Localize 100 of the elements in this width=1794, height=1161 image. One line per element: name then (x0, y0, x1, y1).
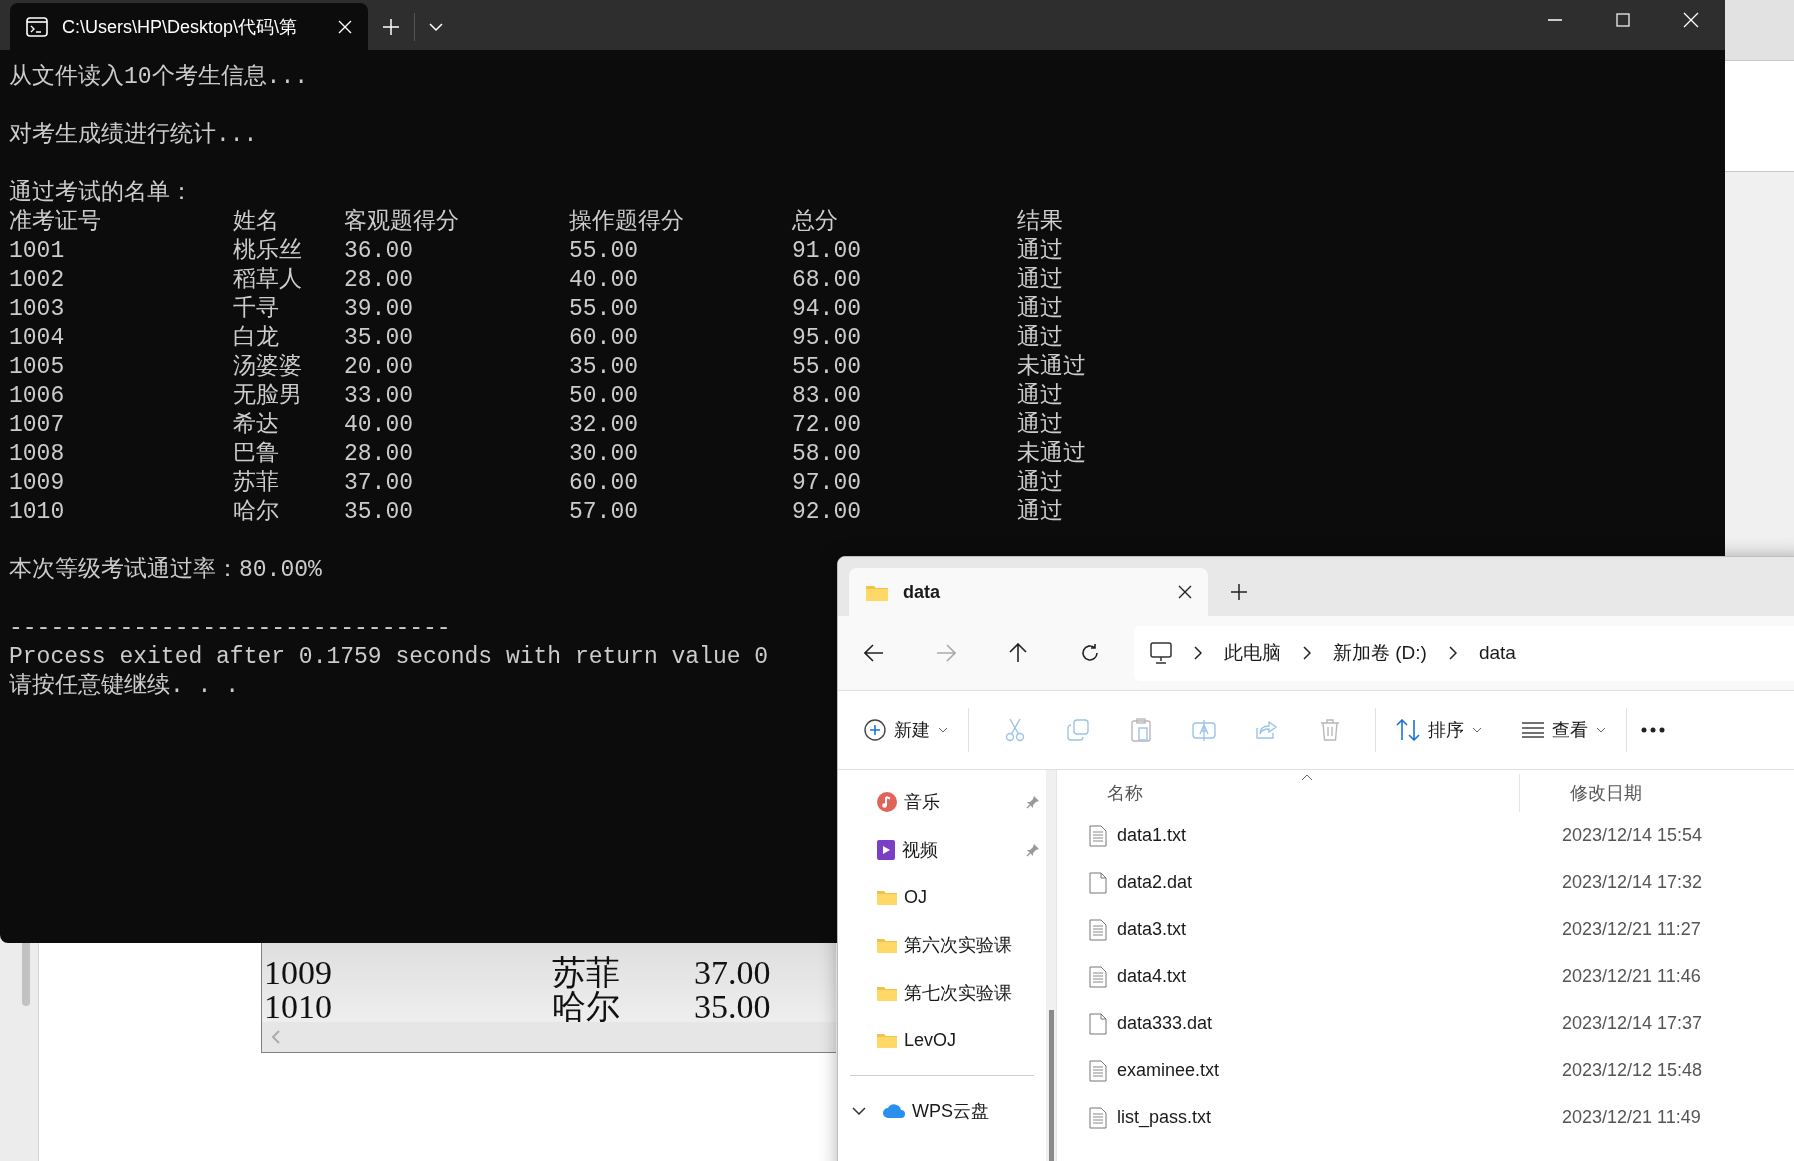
table-cell-text: 1001 (9, 237, 66, 266)
text-file-icon (1089, 918, 1107, 941)
breadcrumb-item[interactable]: 此电脑 (1224, 640, 1281, 666)
scrollbar-thumb[interactable] (1049, 1010, 1054, 1161)
file-date: 2023/12/12 15:48 (1562, 1060, 1704, 1081)
column-header[interactable]: 名称 (1107, 781, 1570, 805)
view-button[interactable]: 查看 (1516, 708, 1612, 752)
table-cell-text: 68.00 (792, 266, 862, 295)
table-cell-text: 35.00 (344, 498, 414, 527)
maximize-icon[interactable] (1616, 13, 1630, 27)
sidebar-item[interactable]: 音乐 (838, 778, 1046, 826)
cloud-icon (882, 1102, 906, 1119)
console-line: 从文件读入10个考生信息... (9, 63, 308, 92)
chevron-down-icon (1596, 727, 1606, 733)
column-header[interactable]: 修改日期 (1570, 781, 1794, 805)
table-cell-text: 通过 (1017, 498, 1064, 527)
sort-icon (1396, 719, 1420, 741)
more-icon[interactable] (1641, 727, 1665, 733)
table-cell-text: 30.00 (569, 440, 639, 469)
table-cell-text: 通过 (1017, 266, 1064, 295)
table-cell-text: 20.00 (344, 353, 414, 382)
breadcrumb-item[interactable]: 新加卷 (D:) (1333, 640, 1427, 666)
column-header: 客观题得分 (344, 208, 460, 237)
terminal-tab[interactable]: C:\Users\HP\Desktop\代码\第 (10, 3, 368, 50)
sidebar-item[interactable]: WPS云盘 (838, 1087, 1046, 1135)
table-cell-text: 55.00 (569, 295, 639, 324)
table-cell-text: 58.00 (792, 440, 862, 469)
close-icon[interactable] (1178, 585, 1192, 599)
column-header: 总分 (792, 208, 839, 237)
table-cell-text: 1004 (9, 324, 66, 353)
sidebar-item[interactable]: 第六次实验课 (838, 921, 1046, 969)
table-cell-text: 无脸男 (233, 382, 303, 411)
table-cell-text: 汤婆婆 (233, 353, 303, 382)
text-file-icon (1089, 824, 1107, 847)
table-cell-text: 1002 (9, 266, 66, 295)
file-row[interactable]: data4.txt 2023/12/21 11:46 (1057, 953, 1794, 1000)
table-cell-text: 1007 (9, 411, 66, 440)
refresh-icon[interactable] (1080, 643, 1100, 663)
folder-icon (876, 888, 898, 907)
terminal-icon (26, 16, 48, 37)
table-cell-text: 39.00 (344, 295, 414, 324)
text-file-icon (1089, 1106, 1107, 1129)
table-cell-text: 稻草人 (233, 266, 303, 295)
table-cell-text: 35.00 (344, 324, 414, 353)
console-line: 对考生成绩进行统计... (9, 121, 258, 150)
table-cell-text: 苏菲 (552, 953, 621, 991)
table-cell-text: 55.00 (569, 237, 639, 266)
sidebar-item[interactable]: 视频 (838, 825, 1046, 874)
sidebar-item[interactable]: OJ (838, 873, 1046, 922)
music-icon (876, 790, 898, 813)
add-tab-icon[interactable] (1230, 583, 1248, 601)
file-row[interactable]: list_pass.txt 2023/12/21 11:49 (1057, 1094, 1794, 1141)
table-cell-text: 50.00 (569, 382, 639, 411)
file-row[interactable]: data3.txt 2023/12/21 11:27 (1057, 906, 1794, 953)
new-button[interactable]: 新建 (858, 708, 954, 752)
table-cell-text: 通过 (1017, 382, 1064, 411)
file-row[interactable]: data2.dat 2023/12/14 17:32 (1057, 859, 1794, 906)
scrollbar-thumb[interactable] (22, 940, 30, 1006)
table-cell-text: 28.00 (344, 440, 414, 469)
file-name: list_pass.txt (1117, 1107, 1213, 1128)
window-title-bar (1725, 0, 1794, 61)
text-file-icon (1089, 965, 1107, 988)
file-name: data3.txt (1117, 919, 1188, 940)
console-line: 请按任意键继续. . . (9, 672, 239, 701)
table-cell-text: 通过 (1017, 237, 1064, 266)
sidebar-item[interactable]: LevOJ (838, 1016, 1046, 1065)
column-header: 操作题得分 (569, 208, 685, 237)
table-cell-text: 28.00 (344, 266, 414, 295)
file-date: 2023/12/21 11:49 (1562, 1107, 1702, 1128)
chevron-right-icon (1194, 646, 1202, 660)
chevron-down-icon[interactable] (852, 1106, 866, 1115)
column-header: 姓名 (233, 208, 280, 237)
table-cell-text: 35.00 (569, 353, 639, 382)
column-header: 准考证号 (9, 208, 102, 237)
table-cell-text: 哈尔 (233, 498, 280, 527)
up-icon[interactable] (1009, 643, 1027, 663)
file-row[interactable]: data333.dat 2023/12/14 17:37 (1057, 1000, 1794, 1047)
console-line: 本次等级考试通过率：80.00% (9, 556, 322, 585)
sidebar-item[interactable]: 第七次实验课 (838, 968, 1046, 1017)
file-row[interactable]: examinee.txt 2023/12/12 15:48 (1057, 1047, 1794, 1094)
file-row[interactable]: data1.txt 2023/12/14 15:54 (1057, 812, 1794, 859)
file-name: data4.txt (1117, 966, 1188, 987)
breadcrumb-item[interactable]: data (1478, 642, 1516, 664)
back-icon[interactable] (864, 644, 884, 662)
address-bar[interactable]: 此电脑 新加卷 (D:) data (1134, 625, 1794, 681)
sort-up-icon (1301, 774, 1313, 781)
list-view-icon (1522, 722, 1544, 738)
table-cell-text: 未通过 (1017, 353, 1087, 382)
explorer-tab[interactable]: data (849, 568, 1208, 616)
file-date: 2023/12/21 11:46 (1562, 966, 1702, 987)
table-cell-text: 92.00 (792, 498, 862, 527)
file-date: 2023/12/14 15:54 (1562, 825, 1704, 846)
table-cell-text: 白龙 (233, 324, 280, 353)
file-name: data333.dat (1117, 1013, 1214, 1034)
video-icon (876, 838, 896, 861)
table-cell-text: 91.00 (792, 237, 862, 266)
file-icon (1089, 1012, 1107, 1035)
horizontal-scrollbar[interactable] (262, 1022, 836, 1052)
table-cell-text: 40.00 (569, 266, 639, 295)
sort-button[interactable]: 排序 (1390, 708, 1488, 752)
